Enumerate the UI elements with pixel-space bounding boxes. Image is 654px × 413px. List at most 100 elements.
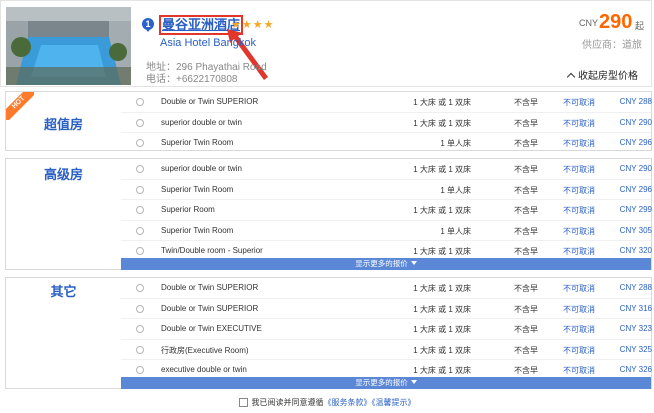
breakfast: 不含早	[514, 366, 538, 375]
room-row[interactable]: Double or Twin SUPERIOR 1 大床 或 1 双床 不含早 …	[121, 299, 652, 319]
room-name: Superior Twin Room	[161, 184, 234, 194]
room-row[interactable]: Double or Twin SUPERIOR 1 大床 或 1 双床 不含早 …	[121, 92, 652, 113]
room-price: CNY 326	[619, 365, 652, 374]
cancel-policy[interactable]: 不可取消	[563, 205, 595, 216]
cancel-policy[interactable]: 不可取消	[563, 138, 595, 149]
breakfast: 不含早	[514, 345, 538, 355]
room-row[interactable]: superior double or twin 1 大床 或 1 双床 不含早 …	[121, 113, 652, 133]
room-price: CNY 290	[619, 117, 652, 127]
caret-down-icon	[410, 261, 417, 265]
room-price: CNY 320	[619, 246, 652, 255]
bed-type: 1 大床 或 1 双床	[413, 118, 471, 128]
price-currency: CNY	[579, 18, 599, 28]
bed-type: 1 大床 或 1 双床	[413, 366, 471, 375]
room-row[interactable]: Superior Twin Room 1 单人床 不含早 不可取消 CNY 29…	[121, 180, 652, 200]
room-radio[interactable]	[136, 206, 144, 214]
room-radio[interactable]	[136, 165, 144, 173]
cancel-policy[interactable]: 不可取消	[563, 324, 595, 335]
room-row[interactable]: Superior Twin Room 1 单人床 不含早 不可取消 CNY 29…	[121, 133, 652, 153]
bed-type: 1 大床 或 1 双床	[413, 206, 471, 215]
room-name: Double or Twin SUPERIOR	[161, 303, 259, 313]
show-more-offers-button[interactable]: 显示更多的报价	[121, 258, 651, 270]
service-terms-link[interactable]: 《服务条款》	[324, 398, 372, 407]
room-price: CNY 296	[619, 138, 652, 147]
room-price: CNY 325	[619, 344, 652, 354]
bed-type: 1 大床 或 1 双床	[413, 325, 471, 334]
bed-type: 1 大床 或 1 双床	[413, 284, 471, 293]
room-name: superior double or twin	[161, 164, 242, 173]
room-name: Double or Twin SUPERIOR	[161, 97, 259, 106]
cancel-policy[interactable]: 不可取消	[563, 118, 595, 129]
breakfast: 不含早	[514, 206, 538, 215]
show-more-offers-button[interactable]: 显示更多的报价	[121, 377, 651, 389]
breakfast: 不含早	[514, 139, 538, 148]
room-price: CNY 288	[619, 283, 652, 292]
room-radio[interactable]	[136, 284, 144, 292]
room-price: CNY 288	[619, 97, 652, 106]
bed-type: 1 大床 或 1 双床	[413, 304, 471, 314]
room-row[interactable]: Double or Twin SUPERIOR 1 大床 或 1 双床 不含早 …	[121, 278, 652, 299]
room-radio[interactable]	[136, 304, 144, 313]
room-row[interactable]: Superior Twin Room 1 单人床 不含早 不可取消 CNY 30…	[121, 221, 652, 241]
room-radio[interactable]	[136, 226, 144, 235]
room-radio[interactable]	[136, 98, 144, 106]
bed-type: 1 大床 或 1 双床	[413, 98, 471, 107]
cancel-policy[interactable]: 不可取消	[563, 365, 595, 376]
breakfast: 不含早	[514, 304, 538, 314]
group-title: 高级房	[43, 167, 83, 182]
breakfast: 不含早	[514, 185, 538, 195]
breakfast: 不含早	[514, 118, 538, 128]
breakfast: 不含早	[514, 247, 538, 256]
room-radio[interactable]	[136, 345, 144, 354]
supplier-info: 供应商：道旅	[582, 40, 642, 51]
room-group-superior: 高级房 superior double or twin 1 大床 或 1 双床 …	[5, 158, 652, 270]
room-radio[interactable]	[136, 366, 144, 374]
bed-type: 1 单人床	[440, 185, 471, 195]
room-name: superior double or twin	[161, 117, 242, 127]
room-radio[interactable]	[136, 247, 144, 255]
caret-down-icon	[410, 380, 417, 384]
room-price: CNY 299	[619, 205, 652, 214]
room-name: Superior Twin Room	[161, 225, 234, 235]
cancel-policy[interactable]: 不可取消	[563, 97, 595, 108]
breakfast: 不含早	[514, 284, 538, 293]
room-name: Twin/Double room - Superior	[161, 246, 263, 255]
room-price: CNY 323	[619, 324, 652, 333]
cancel-policy[interactable]: 不可取消	[563, 185, 595, 196]
room-radio[interactable]	[136, 139, 144, 147]
room-name: Superior Room	[161, 205, 215, 214]
breakfast: 不含早	[514, 226, 538, 236]
room-radio[interactable]	[136, 185, 144, 194]
hotel-phone: 电话：+6622170808	[146, 74, 238, 85]
cancel-policy[interactable]: 不可取消	[563, 304, 595, 315]
room-price: CNY 290	[619, 164, 652, 173]
room-name: Double or Twin EXECUTIVE	[161, 324, 262, 333]
cancel-policy[interactable]: 不可取消	[563, 246, 595, 257]
tips-link[interactable]: 《温馨提示》	[372, 398, 416, 407]
cancel-policy[interactable]: 不可取消	[563, 283, 595, 294]
room-price: CNY 305	[619, 225, 652, 235]
cancel-policy[interactable]: 不可取消	[563, 164, 595, 175]
room-price: CNY 296	[619, 184, 652, 194]
collapse-room-prices-button[interactable]: 收起房型价格	[566, 67, 638, 82]
cancel-policy[interactable]: 不可取消	[563, 226, 595, 237]
chevron-up-icon	[566, 72, 576, 82]
room-radio[interactable]	[136, 118, 144, 127]
room-row[interactable]: Superior Room 1 大床 或 1 双床 不含早 不可取消 CNY 2…	[121, 200, 652, 221]
hotel-photo[interactable]	[6, 7, 131, 85]
map-marker-icon[interactable]: 1	[142, 18, 154, 32]
bed-type: 1 单人床	[440, 139, 471, 148]
room-row[interactable]: 行政房(Executive Room) 1 大床 或 1 双床 不含早 不可取消…	[121, 340, 652, 360]
hotel-name-en[interactable]: Asia Hotel Bangkok	[160, 37, 256, 49]
lowest-price: 290	[599, 11, 633, 33]
room-name: Double or Twin SUPERIOR	[161, 283, 259, 292]
room-price: CNY 316	[619, 303, 652, 313]
price-suffix: 起	[635, 21, 645, 31]
terms-agreement: 我已阅读并同意遵循《服务条款》《温馨提示》	[0, 397, 654, 408]
cancel-policy[interactable]: 不可取消	[563, 345, 595, 356]
agree-checkbox[interactable]	[238, 398, 248, 408]
room-row[interactable]: Double or Twin EXECUTIVE 1 大床 或 1 双床 不含早…	[121, 319, 652, 340]
room-radio[interactable]	[136, 325, 144, 333]
bed-type: 1 大床 或 1 双床	[413, 345, 471, 355]
room-row[interactable]: superior double or twin 1 大床 或 1 双床 不含早 …	[121, 159, 652, 180]
